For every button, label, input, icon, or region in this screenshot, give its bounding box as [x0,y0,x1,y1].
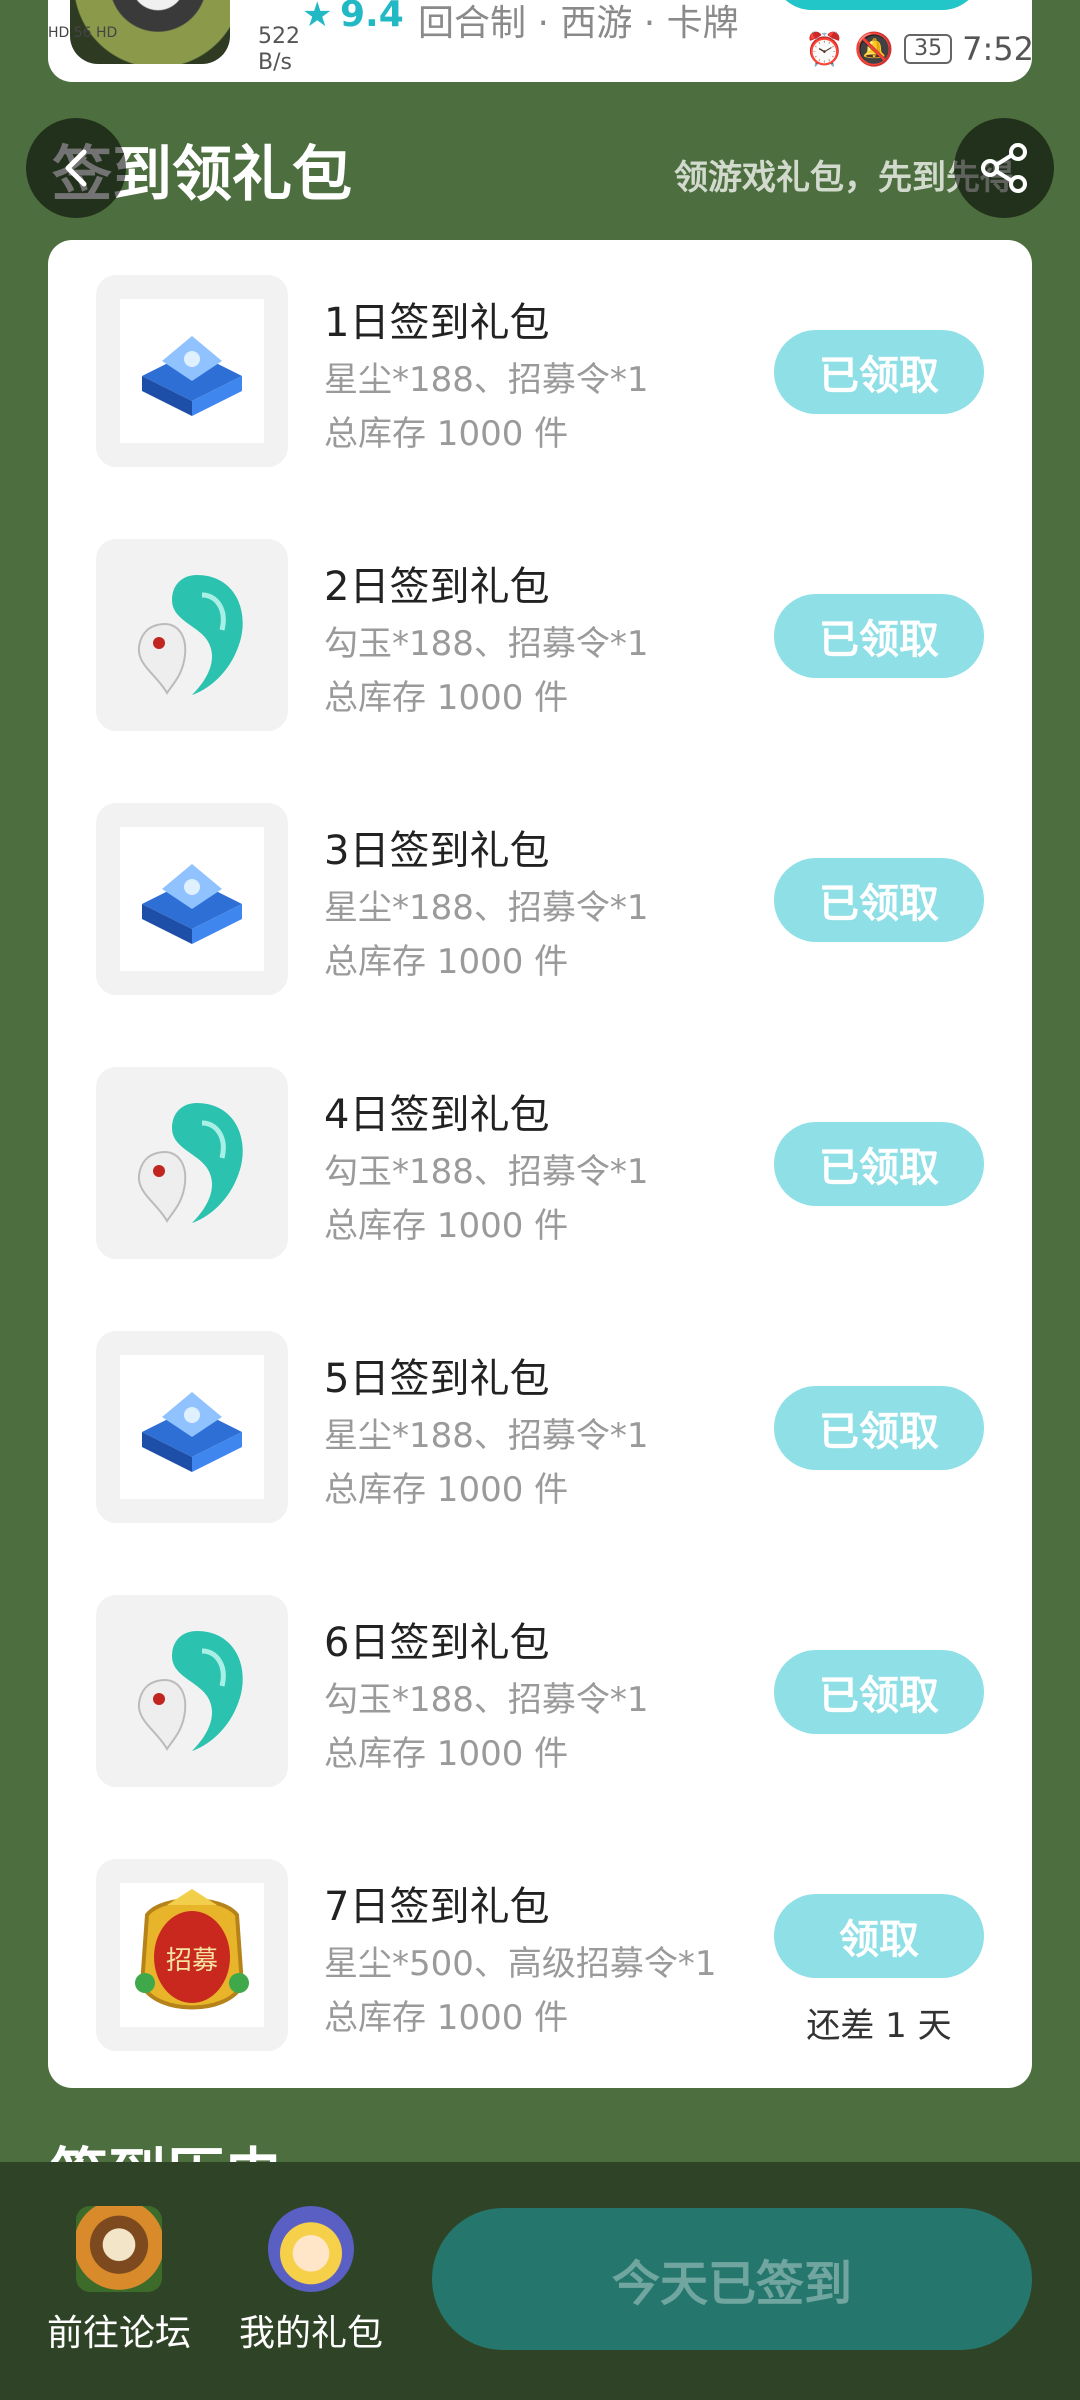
gift-row-day-7: 招募 7日签到礼包 星尘*500、高级招募令*1 总库存 1000 件 领取 还… [48,1824,1032,2051]
network-speed: 522 B/s [258,24,300,75]
gift-name: 1日签到礼包 [324,300,550,346]
claim-button[interactable]: 领取 [774,1894,984,1978]
gift-row-day-3: 3日签到礼包 星尘*188、招募令*1 总库存 1000 件 已领取 [48,768,1032,995]
gift-description: 星尘*188、招募令*1 [324,888,649,928]
mute-icon: 🔕 [854,30,895,68]
game-rating: 9.4 [340,0,404,35]
gift-stock: 总库存 1000 件 [324,1998,569,2038]
my-gifts-label: 我的礼包 [238,2313,383,2354]
gift-row-day-6: 6日签到礼包 勾玉*188、招募令*1 总库存 1000 件 已领取 [48,1560,1032,1787]
forum-game-icon [76,2206,162,2292]
network-indicator: HD 56 HD [48,25,118,41]
claimed-button[interactable]: 已领取 [774,594,984,678]
claimed-button[interactable]: 已领取 [774,1386,984,1470]
gift-thumbnail [96,803,288,995]
gift-row-day-4: 4日签到礼包 勾玉*188、招募令*1 总库存 1000 件 已领取 [48,1032,1032,1259]
gift-thumbnail: 招募 [96,1859,288,2051]
gift-row-day-2: 2日签到礼包 勾玉*188、招募令*1 总库存 1000 件 已领取 [48,504,1032,731]
gift-description: 星尘*500、高级招募令*1 [324,1944,717,1984]
jade-magatama-icon [137,1103,243,1223]
gift-thumbnail [96,1331,288,1523]
gift-name: 3日签到礼包 [324,828,550,874]
gift-name: 4日签到礼包 [324,1092,550,1138]
forum-link[interactable]: 前往论坛 [24,2206,214,2356]
back-button[interactable] [26,118,126,218]
star-icon: ★ [302,0,333,35]
bottom-action-bar: 前往论坛 我的礼包 今天已签到 [0,2162,1080,2400]
gift-row-day-5: 5日签到礼包 星尘*188、招募令*1 总库存 1000 件 已领取 [48,1296,1032,1523]
gift-description: 星尘*188、招募令*1 [324,360,649,400]
gift-stock: 总库存 1000 件 [324,414,569,454]
gift-thumbnail [96,275,288,467]
gift-name: 7日签到礼包 [324,1884,550,1930]
jade-magatama-icon [137,1631,243,1751]
signed-in-today-button[interactable]: 今天已签到 [432,2208,1032,2350]
gift-stock: 总库存 1000 件 [324,1470,569,1510]
gift-character-icon [268,2206,354,2292]
gift-stock: 总库存 1000 件 [324,678,569,718]
gift-description: 星尘*188、招募令*1 [324,1416,649,1456]
blue-crystal-chest-icon [142,336,242,416]
alarm-icon: ⏰ [804,30,845,68]
gift-description: 勾玉*188、招募令*1 [324,624,649,664]
gift-row-day-1: 1日签到礼包 星尘*188、招募令*1 总库存 1000 件 已领取 [48,240,1032,467]
gift-name: 2日签到礼包 [324,564,550,610]
share-icon [981,143,1027,193]
gift-stock: 总库存 1000 件 [324,1734,569,1774]
gift-name: 6日签到礼包 [324,1620,550,1666]
back-arrow-icon [65,149,87,187]
blue-crystal-chest-icon [142,1392,242,1472]
gift-description: 勾玉*188、招募令*1 [324,1152,649,1192]
jade-magatama-icon [137,575,243,695]
recruit-token-icon: 招募 [135,1889,249,2010]
battery-icon: 35 [904,34,953,64]
claimed-button[interactable]: 已领取 [774,1122,984,1206]
gift-stock: 总库存 1000 件 [324,1206,569,1246]
forum-label: 前往论坛 [46,2313,191,2354]
my-gifts-link[interactable]: 我的礼包 [216,2206,406,2356]
share-button[interactable] [954,118,1054,218]
status-icons: ⏰ 🔕 35 7:52 [804,30,1034,68]
gift-description: 勾玉*188、招募令*1 [324,1680,649,1720]
clock-time: 7:52 [962,30,1034,68]
claimed-button[interactable]: 已领取 [774,1650,984,1734]
gift-thumbnail [96,539,288,731]
claimed-button[interactable]: 已领取 [774,330,984,414]
gift-thumbnail [96,1595,288,1787]
blue-crystal-chest-icon [142,864,242,944]
gift-name: 5日签到礼包 [324,1356,550,1402]
download-button[interactable] [772,0,982,10]
gift-thumbnail [96,1067,288,1259]
gift-stock: 总库存 1000 件 [324,942,569,982]
days-remaining: 还差 1 天 [806,2006,952,2046]
game-tags: 回合制 · 西游 · 卡牌 [418,3,739,44]
token-label: 招募 [166,1946,218,1976]
gift-list: 1日签到礼包 星尘*188、招募令*1 总库存 1000 件 已领取 2日签到礼… [48,240,1032,2088]
claimed-button[interactable]: 已领取 [774,858,984,942]
